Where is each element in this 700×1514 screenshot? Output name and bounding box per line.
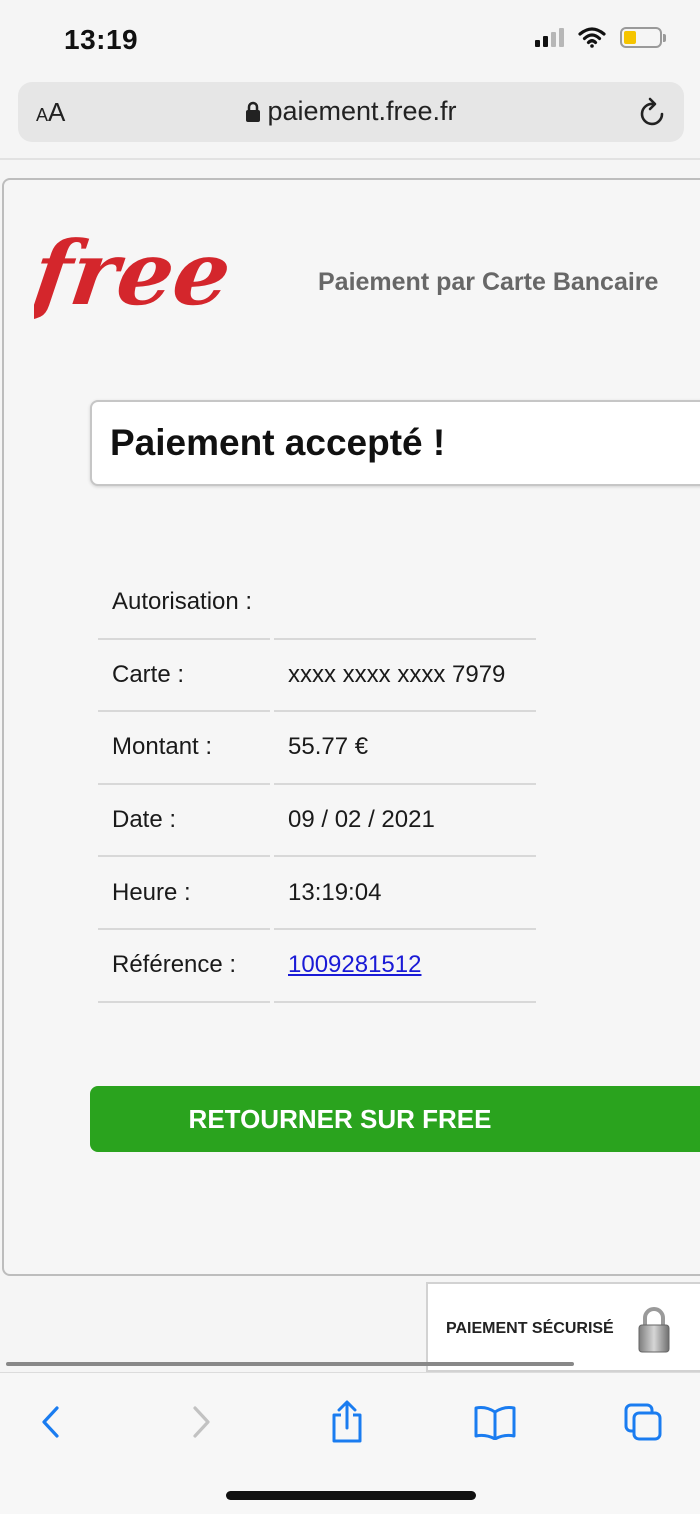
url-text: paiement.free.fr <box>267 96 457 126</box>
url-field[interactable]: paiement.free.fr <box>18 96 684 127</box>
padlock-icon <box>638 1307 670 1353</box>
reference-link[interactable]: 1009281512 <box>288 951 421 978</box>
status-message: Paiement accepté ! <box>110 422 446 463</box>
status-banner: Paiement accepté ! <box>90 400 700 486</box>
detail-label-reference: Référence : <box>98 930 270 1003</box>
status-bar: 13:19 <box>0 0 700 78</box>
lock-icon <box>246 101 261 122</box>
chevron-right-icon <box>193 1406 210 1438</box>
status-icons <box>535 26 666 48</box>
detail-label-montant: Montant : <box>98 712 270 785</box>
return-to-free-button[interactable]: RETOURNER SUR FREE <box>90 1086 700 1152</box>
tabs-button[interactable] <box>618 1397 668 1447</box>
share-button[interactable] <box>322 1397 372 1447</box>
reload-icon[interactable] <box>638 96 668 128</box>
detail-value-date: 09 / 02 / 2021 <box>274 785 536 858</box>
status-time: 13:19 <box>64 24 139 55</box>
table-row: Carte : xxxx xxxx xxxx 7979 <box>98 640 536 713</box>
url-bar[interactable]: AA paiement.free.fr <box>18 82 684 142</box>
book-icon <box>474 1406 516 1440</box>
detail-label-date: Date : <box>98 785 270 858</box>
page-subtitle: Paiement par Carte Bancaire <box>318 268 659 296</box>
scroll-indicator <box>6 1362 574 1366</box>
battery-icon <box>620 26 666 48</box>
detail-value-heure: 13:19:04 <box>274 857 536 930</box>
return-button-label: RETOURNER SUR FREE <box>188 1103 492 1134</box>
table-row: Référence : 1009281512 <box>98 930 536 1003</box>
detail-value-carte: xxxx xxxx xxxx 7979 <box>274 640 536 713</box>
svg-text:free: free <box>34 230 237 325</box>
bookmarks-button[interactable] <box>470 1397 520 1447</box>
divider <box>0 158 700 160</box>
table-row: Montant : 55.77 € <box>98 712 536 785</box>
table-row: Autorisation : <box>98 567 536 640</box>
payment-card: free Paiement par Carte Bancaire Paiemen… <box>2 178 700 1276</box>
browser-toolbar <box>0 1373 700 1514</box>
payment-details-table: Autorisation : Carte : xxxx xxxx xxxx 79… <box>94 567 540 1003</box>
table-row: Heure : 13:19:04 <box>98 857 536 930</box>
detail-value-montant: 55.77 € <box>274 712 536 785</box>
forward-button[interactable] <box>176 1397 226 1447</box>
share-icon <box>332 1400 362 1443</box>
detail-label-carte: Carte : <box>98 640 270 713</box>
back-button[interactable] <box>26 1397 76 1447</box>
secure-payment-text: PAIEMENT SÉCURISÉ <box>446 1320 614 1337</box>
free-logo: free <box>34 230 237 325</box>
table-row: Date : 09 / 02 / 2021 <box>98 785 536 858</box>
tabs-icon <box>624 1403 662 1441</box>
wifi-icon <box>578 27 606 48</box>
detail-label-autorisation: Autorisation : <box>98 567 270 640</box>
detail-label-heure: Heure : <box>98 857 270 930</box>
detail-value-autorisation <box>274 567 536 640</box>
home-indicator <box>226 1491 476 1500</box>
secure-payment-badge: PAIEMENT SÉCURISÉ <box>426 1282 700 1372</box>
detail-value-reference: 1009281512 <box>274 930 536 1003</box>
cellular-signal-icon <box>535 27 564 47</box>
chevron-left-icon <box>42 1406 59 1438</box>
